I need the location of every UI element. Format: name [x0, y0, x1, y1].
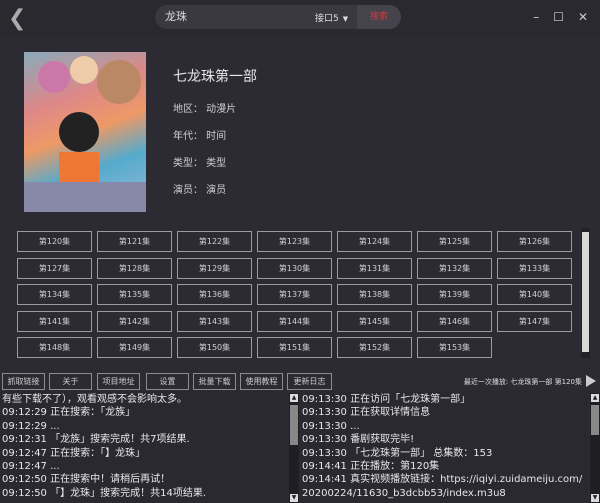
scroll-thumb[interactable]: [582, 232, 589, 352]
log-line: 09:12:47 正在搜索：「】龙珠」: [2, 447, 146, 459]
episode-scrollbar[interactable]: [581, 228, 590, 358]
log-line: 09:12:29 ...: [2, 420, 60, 432]
episode-button[interactable]: 第124集: [337, 231, 412, 252]
episode-button[interactable]: 第140集: [497, 284, 572, 305]
close-button[interactable]: ✕: [578, 10, 588, 24]
episode-button[interactable]: 第149集: [97, 337, 172, 358]
episode-button[interactable]: 第125集: [417, 231, 492, 252]
log-line: 09:12:50 正在搜索中！请稍后再试！: [2, 474, 171, 486]
search-log-scrollbar[interactable]: ▲ ▼: [289, 393, 299, 503]
episode-button[interactable]: 第138集: [337, 284, 412, 305]
episode-button[interactable]: 第132集: [417, 257, 492, 279]
search-input[interactable]: [165, 9, 305, 22]
log-line: 09:13:30 番剧获取完毕!: [302, 434, 415, 446]
source-select[interactable]: 接口5 ▼: [315, 11, 348, 24]
episode-button[interactable]: 第126集: [497, 231, 572, 252]
episode-button[interactable]: 第120集: [17, 231, 92, 252]
episode-button[interactable]: 第151集: [257, 337, 332, 358]
poster-image: [24, 52, 146, 212]
episode-button[interactable]: 第152集: [337, 337, 412, 358]
grab-links-button[interactable]: 抓取链接: [2, 373, 45, 390]
episode-button[interactable]: 第143集: [177, 310, 252, 332]
about-button[interactable]: 关于: [49, 373, 92, 390]
episode-button[interactable]: 第150集: [177, 337, 252, 358]
search-button[interactable]: 搜索: [357, 5, 401, 29]
log-line: 09:14:41 正在播放：第120集: [302, 461, 440, 473]
log-line: 09:12:29 正在搜索：「龙族」: [2, 407, 136, 419]
episode-button[interactable]: 第122集: [177, 231, 252, 252]
show-actors: 演员： 演员: [173, 185, 227, 196]
episode-button[interactable]: 第146集: [417, 310, 492, 332]
log-line: 09:13:30 正在获取详情信息: [302, 407, 431, 419]
scroll-up-icon[interactable]: ▲: [591, 394, 599, 402]
source-label: 接口5: [315, 14, 339, 24]
episode-button[interactable]: 第131集: [337, 257, 412, 279]
back-icon[interactable]: ❮: [8, 6, 26, 31]
episode-button[interactable]: 第147集: [497, 310, 572, 332]
title-bar: ❮ 接口5▼ 搜索 – ☐ ✕: [0, 0, 600, 38]
episode-button[interactable]: 第133集: [497, 257, 572, 279]
episode-button[interactable]: 第123集: [257, 231, 332, 252]
scroll-up-icon[interactable]: ▲: [290, 394, 298, 402]
maximize-button[interactable]: ☐: [553, 10, 564, 24]
toolbar: 抓取链接 关于 项目地址 设置 批量下载 使用教程 更新日志 最近一次播放: 七…: [0, 373, 600, 391]
episode-button[interactable]: 第136集: [177, 284, 252, 305]
play-icon[interactable]: [586, 375, 596, 387]
log-line: 有些下载不了），观看观感不会影响太多。: [2, 394, 187, 405]
episode-button[interactable]: 第134集: [17, 284, 92, 305]
log-line: 09:13:30 「七龙珠第一部」 总集数：153: [302, 447, 493, 459]
settings-button[interactable]: 设置: [146, 373, 189, 390]
episode-button[interactable]: 第121集: [97, 231, 172, 252]
minimize-button[interactable]: –: [533, 10, 539, 24]
scroll-thumb[interactable]: [591, 405, 599, 435]
chevron-down-icon: ▼: [342, 15, 349, 23]
last-played: 最近一次播放: 七龙珠第一部 第120集: [463, 378, 582, 386]
project-url-button[interactable]: 项目地址: [97, 373, 140, 390]
episode-button[interactable]: 第148集: [17, 337, 92, 358]
tutorial-button[interactable]: 使用教程: [240, 373, 283, 390]
search-log: 有些下载不了），观看观感不会影响太多。 09:12:29 正在搜索：「龙族」 09:…: [0, 391, 288, 503]
show-region: 地区： 动漫片: [173, 104, 237, 115]
scroll-thumb[interactable]: [290, 405, 298, 445]
scroll-down-icon[interactable]: ▼: [591, 494, 599, 502]
episode-button[interactable]: 第129集: [177, 257, 252, 279]
episode-button[interactable]: 第127集: [17, 257, 92, 279]
episode-button[interactable]: 第137集: [257, 284, 332, 305]
log-line: 09:13:30 正在访问「七龙珠第一部」: [302, 394, 471, 405]
show-genre: 类型： 类型: [173, 158, 227, 169]
show-title: 七龙珠第一部: [173, 69, 257, 85]
episode-button[interactable]: 第139集: [417, 284, 492, 305]
log-line: 09:12:50 「】龙珠」搜索完成！共14项结果.: [2, 487, 206, 499]
log-line: 09:12:31 「龙族」搜索完成！共7项结果.: [2, 434, 190, 446]
episode-button[interactable]: 第144集: [257, 310, 332, 332]
changelog-button[interactable]: 更新日志: [287, 373, 332, 390]
play-log-scrollbar[interactable]: ▲ ▼: [590, 393, 600, 503]
scroll-down-icon[interactable]: ▼: [290, 494, 298, 502]
episode-button[interactable]: 第130集: [257, 257, 332, 279]
play-log: 09:13:30 正在访问「七龙珠第一部」 09:13:30 正在获取详情信息 09…: [300, 391, 588, 503]
episode-button[interactable]: 第145集: [337, 310, 412, 332]
search-box: 接口5▼ 搜索: [155, 5, 401, 29]
show-year: 年代： 时间: [173, 131, 227, 142]
log-line: 20200224/11630_b3dcbb53/index.m3u8: [302, 487, 506, 499]
episode-button[interactable]: 第153集: [417, 337, 492, 358]
episode-button[interactable]: 第142集: [97, 310, 172, 332]
batch-download-button[interactable]: 批量下载: [193, 373, 236, 390]
episode-button[interactable]: 第128集: [97, 257, 172, 279]
episode-button[interactable]: 第141集: [17, 310, 92, 332]
log-line: 09:13:30 ...: [302, 420, 360, 432]
log-line: 09:14:41 真实视频播放链接：https://iqiyi.zuidamei…: [302, 474, 583, 486]
episode-grid: 第120集 第121集 第122集 第123集 第124集 第125集 第126集第127集…: [17, 231, 572, 358]
log-line: 09:12:47 ...: [2, 461, 60, 473]
episode-button[interactable]: 第135集: [97, 284, 172, 305]
